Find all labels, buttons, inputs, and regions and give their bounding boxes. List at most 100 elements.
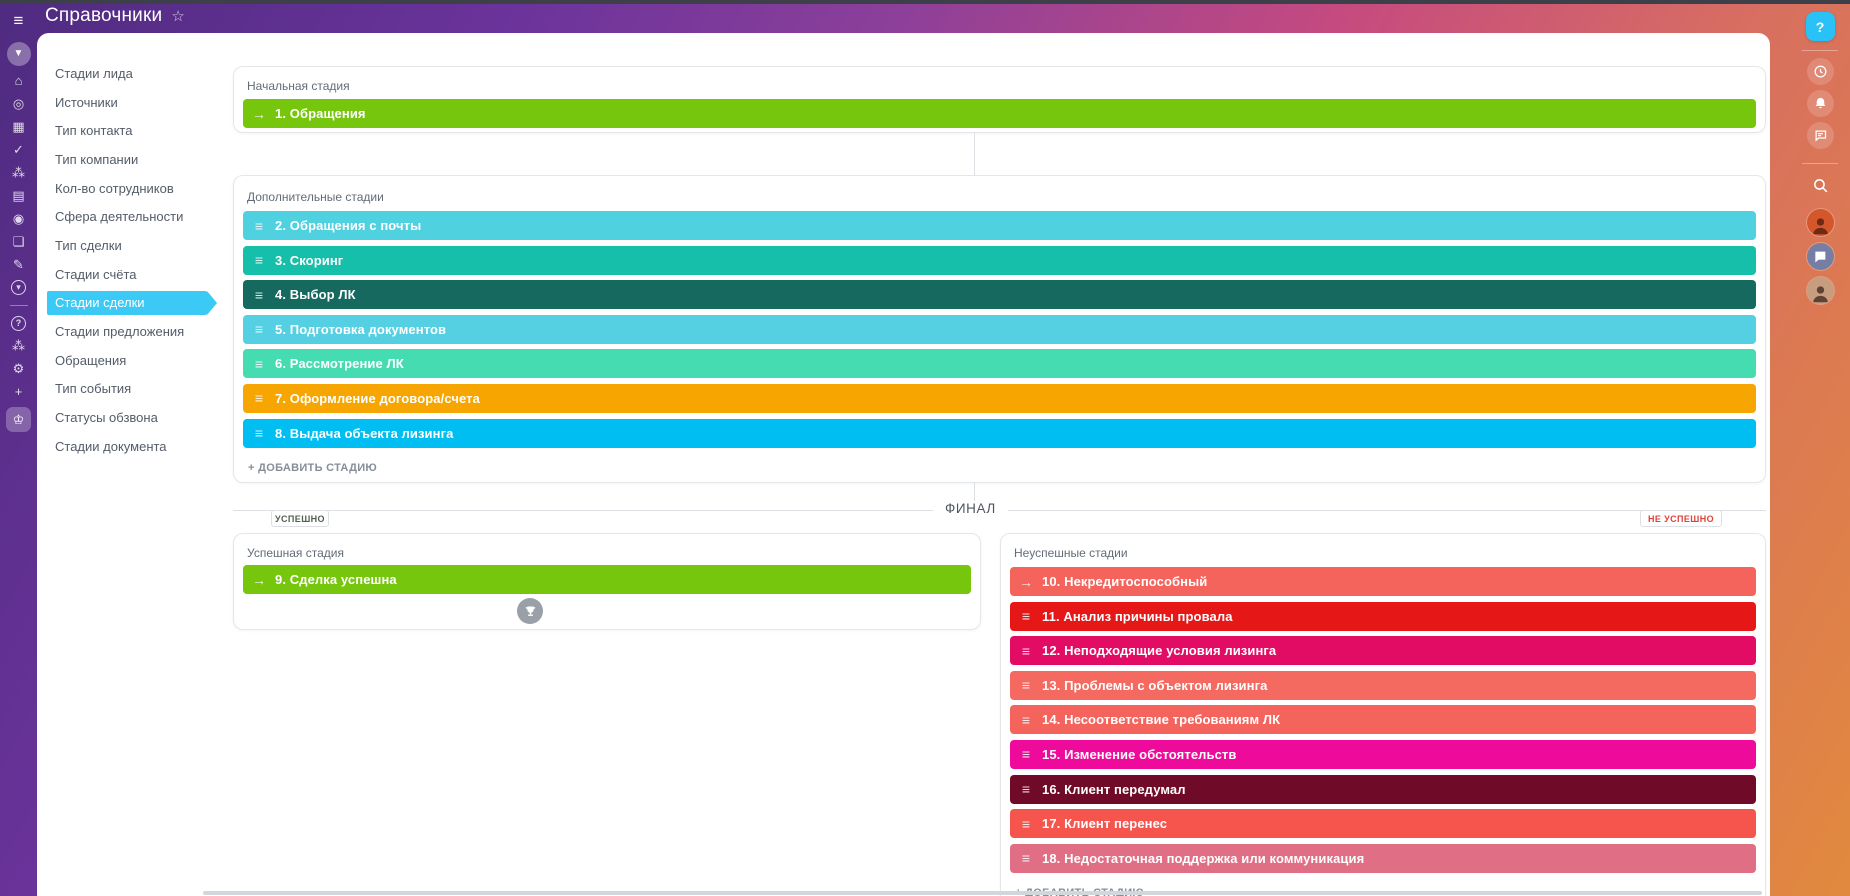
stage-bar[interactable]: ≡ 11. Анализ причины провала [1010,601,1756,631]
tasks-icon[interactable]: ✓ [10,142,27,158]
automation-icon[interactable]: ⁂ [10,165,27,181]
drag-handle-icon[interactable]: ≡ [243,321,275,337]
add-icon[interactable]: + [10,384,27,400]
panel-label: Начальная стадия [247,79,350,93]
company-icon[interactable]: ⌂ [10,73,27,89]
settings-icon[interactable]: ⚙ [10,361,27,377]
sidebar-item[interactable]: Сфера деятельности [55,202,217,231]
final-divider-label: ФИНАЛ [933,501,1008,516]
search-icon[interactable] [1812,177,1829,199]
sidebar-item[interactable]: Тип сделки [55,231,217,260]
helpdesk-button[interactable]: ? [1805,12,1835,41]
content-card: Стадии лида Источники Тип контакта Тип комп… [37,33,1770,896]
fail-stage-list: → 10. Некредитоспособный ≡ 11. Анализ причи… [1001,567,1765,873]
stage-label: 7. Оформление договора/счета [275,390,480,406]
header: Справочники ☆ [45,5,185,27]
horizontal-scrollbar[interactable] [203,891,1762,895]
sales-icon[interactable]: ▦ [10,119,27,135]
bitrix24-logo-icon[interactable]: ♔ [6,407,31,432]
notifications-icon[interactable] [1806,90,1834,117]
connector-line [974,133,975,175]
stage-bar[interactable]: ≡ 4. Выбор ЛК [243,280,1756,310]
sidebar-item[interactable]: Источники [55,88,217,117]
stage-bar[interactable]: ≡ 15. Изменение обстоятельств [1010,739,1756,769]
stage-label: 1. Обращения [275,106,366,121]
employees-icon[interactable]: ▤ [10,188,27,204]
stage-bar[interactable]: → 9. Сделка успешна [243,565,971,594]
stage-bar[interactable]: ≡ 6. Рассмотрение ЛК [243,349,1756,379]
copilot-icon[interactable]: ◉ [10,211,27,227]
stage-bar[interactable]: ≡ 18. Недостаточная поддержка или коммуни… [1010,843,1756,873]
drag-handle-icon[interactable]: ≡ [1010,608,1042,624]
favorite-star-icon[interactable]: ☆ [171,7,184,25]
stage-bar[interactable]: ≡ 12. Неподходящие условия лизинга [1010,636,1756,666]
user-avatar-2[interactable] [1806,277,1834,304]
drag-handle-icon[interactable]: ≡ [1010,746,1042,762]
menu-toggle-icon[interactable]: ≡ [14,12,24,29]
stage-bar[interactable]: ≡ 8. Выдача объекта лизинга [243,418,1756,448]
sidebar-item[interactable]: Стадии документа [55,432,217,461]
stage-bar[interactable]: ≡ 16. Клиент передумал [1010,774,1756,804]
drag-handle-icon[interactable]: ≡ [1010,643,1042,659]
add-stage-button[interactable]: + ДОБАВИТЬ СТАДИЮ [234,453,1765,483]
stage-bar[interactable]: ≡ 5. Подготовка документов [243,314,1756,344]
help-icon[interactable]: ? [11,316,26,331]
stage-bar[interactable]: ≡ 3. Скоринг [243,245,1756,275]
stage-bar[interactable]: → 10. Некредитоспособный [1010,567,1756,596]
success-tab-label: УСПЕШНО [271,510,329,527]
arrow-icon: → [252,571,266,588]
arrow-icon: → [1019,573,1033,590]
stage-bar[interactable]: ≡ 7. Оформление договора/счета [243,383,1756,413]
sidebar-menu: Стадии лида Источники Тип контакта Тип комп… [47,59,217,461]
sidebar-item[interactable]: Тип контакта [55,116,217,145]
sidebar-item[interactable]: Стадии счёта [55,260,217,289]
marketing-icon[interactable]: ◎ [10,96,27,112]
stage-label: 6. Рассмотрение ЛК [275,356,404,372]
messenger-icon[interactable] [1806,122,1834,149]
sidebar-item[interactable]: Тип события [55,375,217,404]
drag-handle-icon[interactable]: ≡ [243,252,275,268]
stage-bar[interactable]: ≡ 17. Клиент перенес [1010,809,1756,839]
more-icon[interactable]: ▾ [11,280,26,295]
rail-divider [1802,163,1838,164]
additional-stage-list: ≡ 2. Обращения с почты ≡ 3. Скоринг ≡ 4. Выбо… [234,211,1765,448]
stage-bar[interactable]: → 1. Обращения [243,99,1756,128]
drag-handle-icon[interactable]: ≡ [1010,850,1042,866]
sidebar-item[interactable]: Статусы обзвона [55,403,217,432]
sidebar-item[interactable]: Стадии лида [55,59,217,88]
drag-handle-icon[interactable]: ≡ [1010,781,1042,797]
sidebar-item[interactable]: Стадии сделки [47,290,217,315]
stage-label: 17. Клиент перенес [1042,816,1168,832]
stage-label: 2. Обращения с почты [275,218,422,233]
structure-icon[interactable]: ⁂ [10,338,27,354]
drag-handle-icon[interactable]: ≡ [1010,816,1042,832]
stage-bar[interactable]: ≡ 2. Обращения с почты [243,211,1756,240]
drag-handle-icon[interactable]: ≡ [1010,712,1042,728]
crm-funnel-icon[interactable]: ▼ [6,42,31,66]
stage-label: 9. Сделка успешна [275,572,397,587]
knowledge-base-icon[interactable]: ❏ [10,234,27,250]
group-chat-avatar[interactable] [1806,243,1834,270]
sidebar-item[interactable]: Кол-во сотрудников [55,174,217,203]
user-avatar[interactable] [1806,209,1834,236]
success-stage-panel: Успешная стадия → 9. Сделка успешна [233,533,981,630]
right-rail: ? [1790,4,1850,896]
drag-handle-icon[interactable]: ≡ [243,287,275,303]
drag-handle-icon[interactable]: ≡ [243,390,275,406]
drag-handle-icon[interactable]: ≡ [243,356,275,372]
drag-handle-icon[interactable]: ≡ [1010,677,1042,693]
stage-label: 8. Выдача объекта лизинга [275,425,454,441]
drag-handle-icon[interactable]: ≡ [243,425,275,441]
sign-icon[interactable]: ✎ [10,257,27,273]
history-icon[interactable] [1806,58,1834,85]
stage-bar[interactable]: ≡ 14. Несоответствие требованиям ЛК [1010,705,1756,735]
drag-handle-icon[interactable]: ≡ [243,218,275,234]
stage-label: 12. Неподходящие условия лизинга [1042,643,1277,659]
sidebar-item[interactable]: Обращения [55,346,217,375]
os-top-strip [0,0,1850,4]
arrow-icon: → [252,105,266,122]
sidebar-item[interactable]: Тип компании [55,145,217,174]
app-window: ≡ ▼ ⌂ ◎ ▦ ✓ ⁂ ▤ ◉ ❏ ✎ ▾? ⁂ ⚙ + ♔ Справочники ☆ ? Стади… [0,0,1850,896]
stage-bar[interactable]: ≡ 13. Проблемы с объектом лизинга [1010,670,1756,700]
sidebar-item[interactable]: Стадии предложения [55,317,217,346]
